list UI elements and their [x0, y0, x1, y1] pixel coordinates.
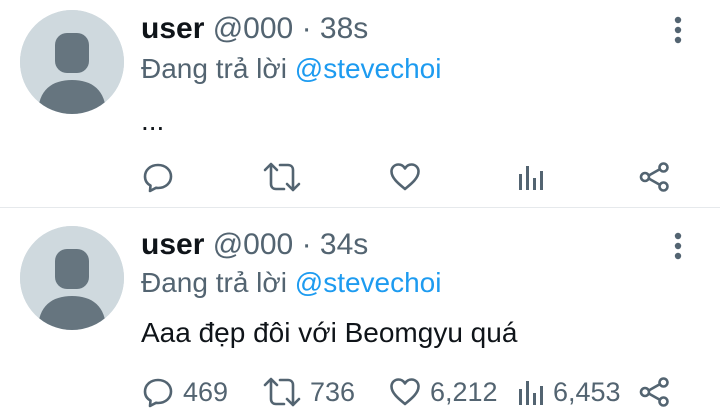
share-icon — [639, 162, 669, 192]
timestamp[interactable]: 34s — [320, 228, 368, 261]
views-count: 6,453 — [553, 377, 621, 407]
mention-link[interactable]: @stevechoi — [295, 267, 442, 298]
like-button[interactable]: 6,212 — [388, 375, 498, 409]
user-name[interactable]: user — [141, 228, 204, 261]
replying-to-label: Đang trả lời — [141, 53, 287, 84]
reply-button[interactable]: 469 — [141, 375, 228, 409]
retweet-arrows-icon — [263, 377, 301, 407]
share-button[interactable] — [637, 375, 671, 409]
default-avatar-icon — [20, 226, 124, 330]
share-button[interactable] — [637, 160, 671, 194]
views-button[interactable] — [517, 160, 553, 194]
reply-button[interactable] — [141, 160, 183, 194]
replying-to: Đang trả lời @stevechoi — [141, 52, 441, 86]
more-options-button[interactable] — [666, 231, 690, 263]
default-avatar-icon — [20, 10, 124, 114]
vertical-dots-icon — [674, 232, 682, 260]
tweet-text: Aaa đẹp đôi với Beomgyu quá — [141, 317, 518, 348]
comment-bubble-icon — [143, 378, 173, 408]
heart-icon — [390, 163, 420, 191]
like-button[interactable] — [388, 160, 430, 194]
tweet[interactable]: user @000 · 38s Đang trả lời @stevechoi … — [0, 0, 720, 208]
retweet-button[interactable]: 736 — [262, 375, 355, 409]
heart-icon — [390, 378, 420, 406]
share-icon — [639, 377, 669, 407]
tweet[interactable]: user @000 · 34s Đang trả lời @stevechoi … — [0, 208, 720, 417]
tweet-header: user @000 · 38s — [141, 11, 368, 47]
more-options-button[interactable] — [666, 15, 690, 47]
mention-link[interactable]: @stevechoi — [295, 53, 442, 84]
vertical-dots-icon — [674, 16, 682, 44]
user-handle[interactable]: @000 — [213, 12, 294, 45]
views-button[interactable]: 6,453 — [517, 375, 621, 409]
bar-chart-icon — [519, 166, 543, 190]
avatar[interactable] — [20, 10, 124, 114]
replying-to-label: Đang trả lời — [141, 267, 287, 298]
replying-to: Đang trả lời @stevechoi — [141, 266, 441, 300]
retweet-count: 736 — [310, 377, 356, 407]
user-name[interactable]: user — [141, 12, 204, 45]
bar-chart-icon — [519, 381, 543, 405]
retweet-arrows-icon — [263, 162, 301, 192]
tweet-text: ... — [141, 105, 165, 136]
separator-dot: · — [301, 12, 312, 45]
retweet-button[interactable] — [262, 160, 310, 194]
tweet-header: user @000 · 34s — [141, 227, 368, 263]
timestamp[interactable]: 38s — [320, 12, 368, 45]
user-handle[interactable]: @000 — [213, 228, 294, 261]
separator-dot: · — [301, 228, 312, 261]
reply-count: 469 — [183, 377, 229, 407]
comment-bubble-icon — [143, 163, 173, 193]
like-count: 6,212 — [430, 377, 498, 407]
avatar[interactable] — [20, 226, 124, 330]
